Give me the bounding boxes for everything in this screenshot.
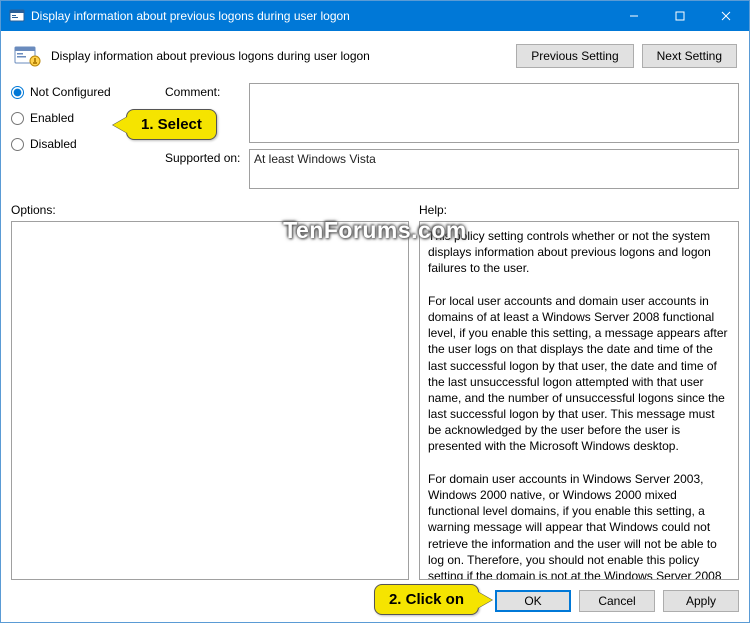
ok-button[interactable]: OK xyxy=(495,590,571,612)
window-title: Display information about previous logon… xyxy=(31,9,611,23)
apply-button[interactable]: Apply xyxy=(663,590,739,612)
help-label: Help: xyxy=(419,203,739,221)
radio-enabled-label: Enabled xyxy=(30,111,74,125)
policy-title: Display information about previous logon… xyxy=(51,49,508,63)
comment-label: Comment: xyxy=(165,83,245,99)
options-panel xyxy=(11,221,409,580)
policy-editor-window: Display information about previous logon… xyxy=(0,0,750,623)
supported-on-textarea[interactable]: At least Windows Vista xyxy=(249,149,739,189)
comment-textarea[interactable] xyxy=(249,83,739,143)
cancel-button[interactable]: Cancel xyxy=(579,590,655,612)
minimize-button[interactable] xyxy=(611,1,657,31)
titlebar: Display information about previous logon… xyxy=(1,1,749,31)
app-icon xyxy=(9,8,25,24)
help-column: Help: This policy setting controls wheth… xyxy=(419,203,739,580)
header-row: Display information about previous logon… xyxy=(11,39,739,75)
help-text-panel[interactable]: This policy setting controls whether or … xyxy=(419,221,739,580)
options-column: Options: xyxy=(11,203,409,580)
annotation-select: 1. Select xyxy=(126,109,217,140)
policy-icon xyxy=(13,43,43,69)
radio-disabled-label: Disabled xyxy=(30,137,77,151)
options-label: Options: xyxy=(11,203,409,221)
radio-not-configured[interactable]: Not Configured xyxy=(11,85,161,99)
annotation-click-on: 2. Click on xyxy=(374,584,479,615)
close-button[interactable] xyxy=(703,1,749,31)
previous-setting-button[interactable]: Previous Setting xyxy=(516,44,633,68)
next-setting-button[interactable]: Next Setting xyxy=(642,44,737,68)
maximize-button[interactable] xyxy=(657,1,703,31)
radio-not-configured-label: Not Configured xyxy=(30,85,111,99)
radio-enabled-input[interactable] xyxy=(11,112,24,125)
supported-on-label: Supported on: xyxy=(165,149,245,165)
radio-not-configured-input[interactable] xyxy=(11,86,24,99)
radio-disabled-input[interactable] xyxy=(11,138,24,151)
options-help-row: Options: Help: This policy setting contr… xyxy=(11,203,739,580)
client-area: Display information about previous logon… xyxy=(1,31,749,622)
